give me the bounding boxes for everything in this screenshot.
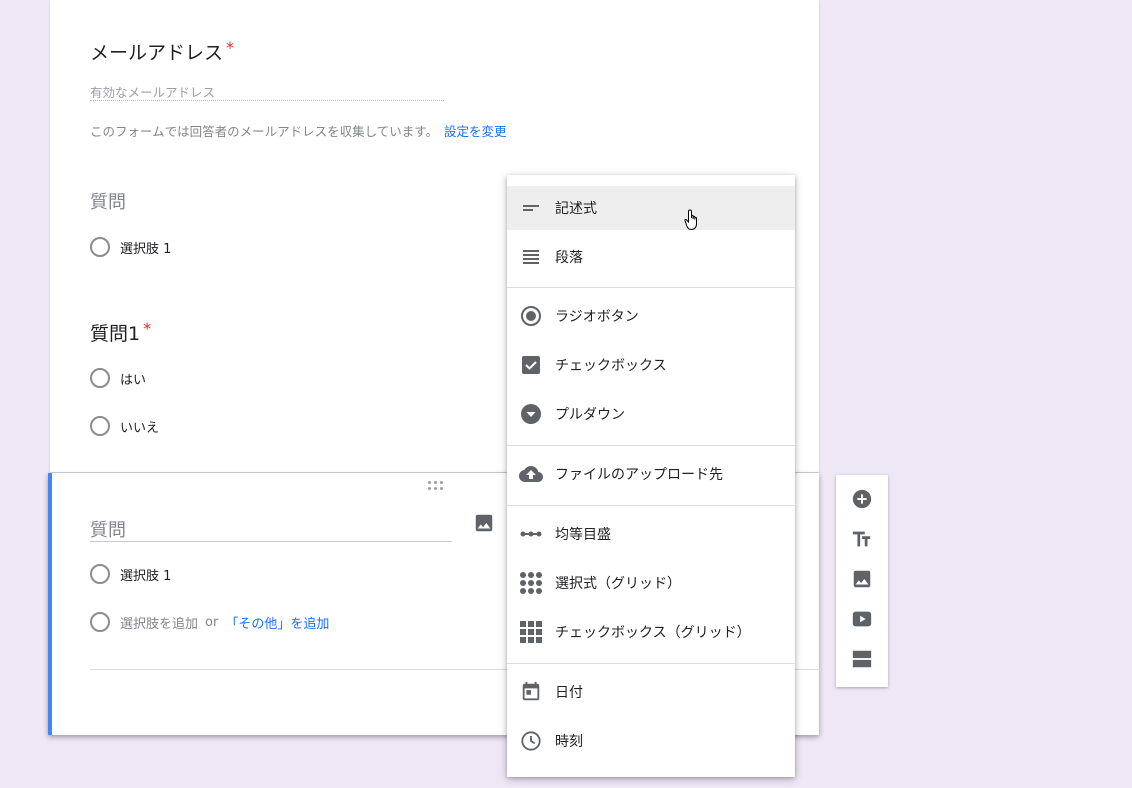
add-image-icon[interactable] (473, 512, 495, 534)
radio-icon (90, 416, 110, 436)
question-title-input[interactable]: 質問 (90, 516, 126, 542)
add-image-icon[interactable] (850, 567, 874, 591)
change-settings-link[interactable]: 設定を変更 (444, 124, 507, 139)
menu-item-label: プルダウン (555, 407, 625, 423)
calendar-icon (519, 680, 543, 704)
paragraph-icon (519, 245, 543, 269)
email-collect-note: このフォームでは回答者のメールアドレスを収集しています。 設定を変更 (90, 121, 507, 140)
add-question-icon[interactable] (850, 487, 874, 511)
radio-icon (90, 237, 110, 257)
question-a-title: 質問 (90, 192, 126, 213)
menu-separator (507, 505, 795, 506)
question-type-menu: 記述式 段落 ラジオボタン チェックボックス プルダウン ファイルのアップロード… (507, 175, 795, 777)
option-label: 選択肢 1 (120, 568, 172, 584)
short-answer-icon (519, 196, 543, 220)
add-video-icon[interactable] (850, 607, 874, 631)
menu-separator (507, 287, 795, 288)
menu-item-label: ファイルのアップロード先 (555, 467, 723, 483)
menu-item-label: 時刻 (555, 734, 583, 750)
menu-item-short-answer[interactable]: 記述式 (507, 186, 795, 230)
linear-scale-icon (519, 522, 543, 546)
menu-item-label: ラジオボタン (555, 309, 639, 325)
menu-item-grid-checkbox[interactable]: チェックボックス（グリッド） (507, 610, 795, 654)
menu-item-label: 選択式（グリッド） (555, 576, 681, 592)
question-a-option[interactable]: 選択肢 1 (90, 236, 171, 258)
menu-item-checkbox[interactable]: チェックボックス (507, 343, 795, 387)
menu-item-radio[interactable]: ラジオボタン (507, 294, 795, 338)
email-field[interactable]: 有効なメールアドレス (90, 82, 444, 101)
option-label: いいえ (120, 420, 160, 436)
question-b-title: 質問1 * (90, 319, 151, 346)
checkbox-icon (519, 353, 543, 377)
menu-item-date[interactable]: 日付 (507, 670, 795, 714)
active-option-1[interactable]: 選択肢 1 (90, 563, 171, 585)
add-section-icon[interactable] (850, 647, 874, 671)
email-title-text: メールアドレス (90, 42, 224, 64)
menu-item-label: チェックボックス (555, 358, 667, 374)
add-title-icon[interactable] (850, 527, 874, 551)
menu-separator (507, 663, 795, 664)
menu-separator (507, 445, 795, 446)
menu-item-label: 記述式 (555, 201, 597, 217)
required-mark: * (143, 319, 152, 338)
grid-checkbox-icon (519, 620, 543, 644)
menu-item-label: 段落 (555, 250, 583, 266)
side-toolbar (836, 475, 888, 687)
question-b-option-yes[interactable]: はい (90, 367, 146, 389)
clock-icon (519, 729, 543, 753)
add-option-link[interactable]: 選択肢を追加 (120, 613, 198, 632)
or-text: or (205, 614, 219, 630)
radio-icon (90, 612, 110, 632)
option-label: はい (120, 372, 147, 388)
menu-item-file-upload[interactable]: ファイルのアップロード先 (507, 452, 795, 496)
required-mark: * (226, 38, 235, 57)
menu-item-dropdown[interactable]: プルダウン (507, 392, 795, 436)
menu-item-label: 均等目盛 (555, 527, 611, 543)
email-question-title: メールアドレス * (90, 38, 234, 65)
menu-item-linear-scale[interactable]: 均等目盛 (507, 512, 795, 556)
hand-cursor-icon (684, 208, 702, 232)
note-text: このフォームでは回答者のメールアドレスを収集しています。 (90, 124, 439, 139)
menu-item-time[interactable]: 時刻 (507, 719, 795, 763)
dropdown-icon (519, 402, 543, 426)
add-option-row: 選択肢を追加 or 「その他」を追加 (90, 611, 329, 633)
add-other-link[interactable]: 「その他」を追加 (225, 613, 329, 632)
cloud-upload-icon (519, 462, 543, 486)
question-b-option-no[interactable]: いいえ (90, 415, 159, 437)
question-b-title-text: 質問1 (90, 323, 141, 345)
grid-radio-icon (519, 571, 543, 595)
menu-item-label: チェックボックス（グリッド） (555, 625, 751, 641)
menu-item-label: 日付 (555, 685, 583, 701)
radio-icon (90, 368, 110, 388)
radio-icon (90, 564, 110, 584)
radio-icon (519, 304, 543, 328)
menu-item-paragraph[interactable]: 段落 (507, 235, 795, 279)
drag-handle-icon[interactable] (428, 481, 444, 491)
option-label: 選択肢 1 (120, 241, 172, 257)
question-title-underline (90, 541, 452, 542)
menu-item-grid-radio[interactable]: 選択式（グリッド） (507, 561, 795, 605)
